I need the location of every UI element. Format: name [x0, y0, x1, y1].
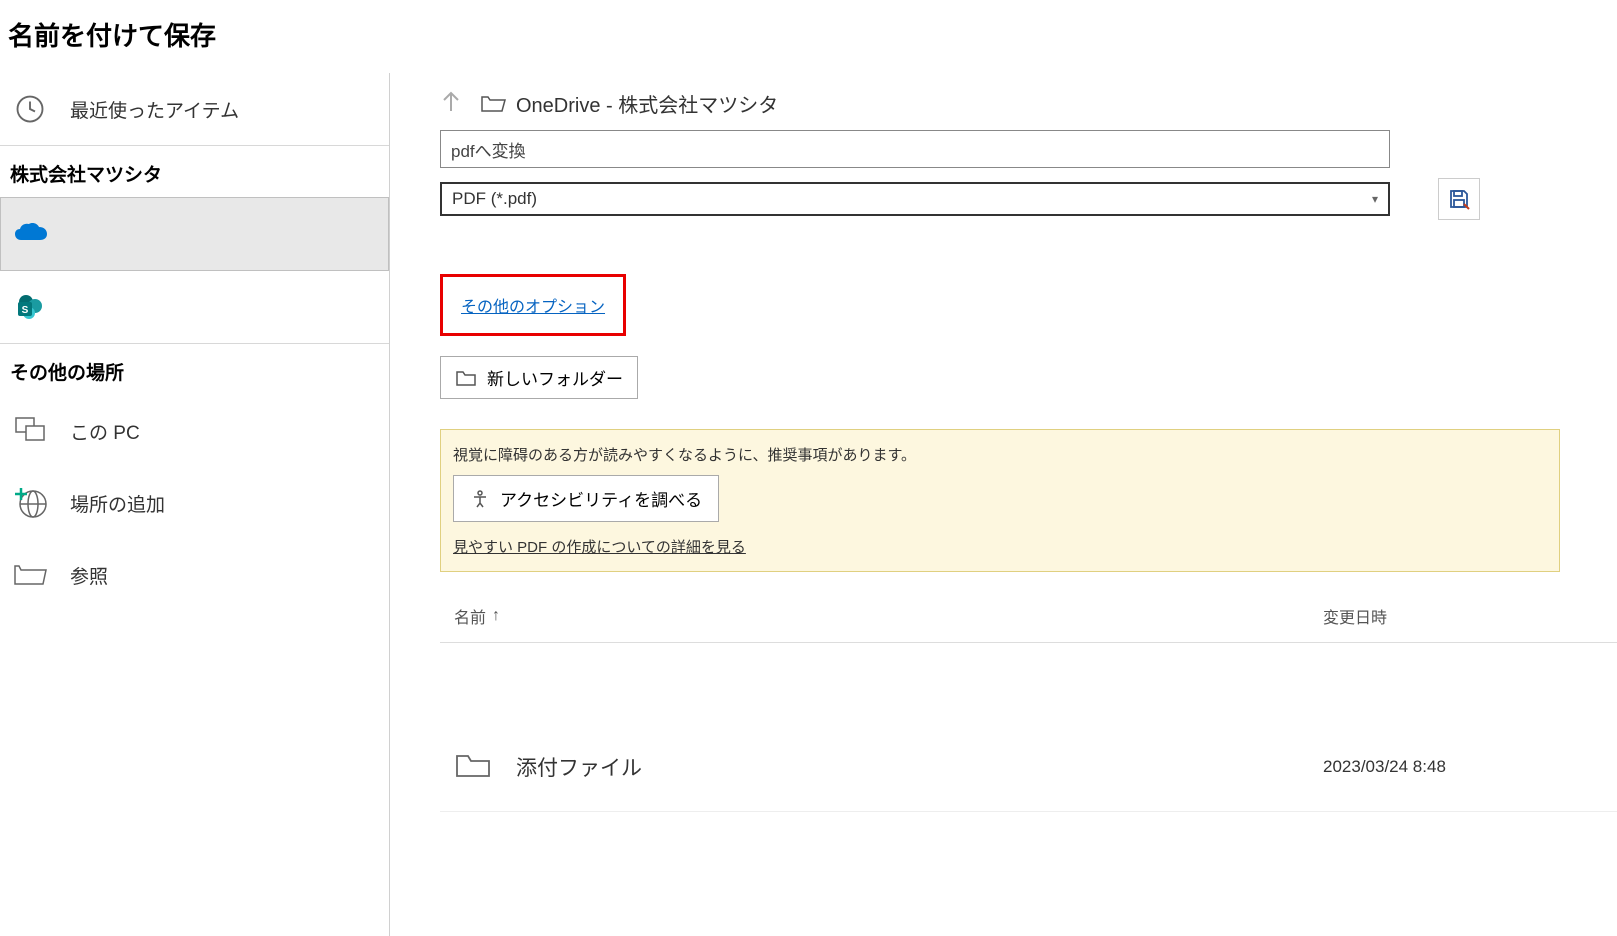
column-name-label: 名前 — [454, 604, 486, 628]
clock-icon — [12, 91, 48, 127]
save-disk-icon — [1447, 187, 1471, 211]
save-panel: OneDrive - 株式会社マツシタ PDF (*.pdf) ▾ — [390, 73, 1617, 936]
accessibility-icon — [470, 489, 490, 509]
filetype-select[interactable]: PDF (*.pdf) ▾ — [440, 182, 1390, 216]
column-name[interactable]: 名前 ↑ — [454, 604, 1323, 628]
file-name: 添付ファイル — [516, 752, 1323, 782]
onedrive-icon — [13, 216, 49, 252]
breadcrumb[interactable]: OneDrive - 株式会社マツシタ — [480, 89, 778, 118]
sidebar-addplace-label: 場所の追加 — [70, 490, 165, 517]
sidebar: 最近使ったアイテム 株式会社マツシタ S — [0, 73, 390, 936]
accessibility-learn-link[interactable]: 見やすい PDF の作成についての詳細を見る — [453, 536, 1547, 557]
sidebar-item-recent[interactable]: 最近使ったアイテム — [0, 73, 389, 145]
chevron-down-icon: ▾ — [1372, 192, 1378, 206]
sidebar-item-onedrive[interactable] — [0, 197, 389, 271]
file-list-header: 名前 ↑ 変更日時 — [440, 604, 1617, 643]
file-date: 2023/03/24 8:48 — [1323, 757, 1603, 777]
accessibility-button-label: アクセシビリティを調べる — [500, 486, 702, 511]
sort-up-icon: ↑ — [492, 607, 500, 625]
folder-icon — [454, 751, 492, 783]
pc-icon — [12, 413, 48, 449]
file-row[interactable]: 添付ファイル 2023/03/24 8:48 — [440, 723, 1617, 812]
sharepoint-icon: S — [12, 289, 48, 325]
new-folder-button[interactable]: 新しいフォルダー — [440, 356, 638, 399]
sidebar-item-sharepoint[interactable]: S — [0, 271, 389, 343]
svg-text:S: S — [22, 305, 29, 316]
sidebar-item-this-pc[interactable]: この PC — [0, 395, 389, 467]
add-place-icon — [12, 485, 48, 521]
sidebar-org-header: 株式会社マツシタ — [0, 146, 389, 197]
save-button[interactable] — [1438, 178, 1480, 220]
column-date[interactable]: 変更日時 — [1323, 604, 1603, 628]
new-folder-icon — [455, 369, 477, 387]
sidebar-item-add-place[interactable]: 場所の追加 — [0, 467, 389, 539]
up-arrow-icon[interactable] — [440, 89, 462, 118]
sidebar-browse-label: 参照 — [70, 562, 108, 589]
browse-folder-icon — [12, 557, 48, 593]
page-title: 名前を付けて保存 — [0, 0, 1617, 73]
sidebar-other-header: その他の場所 — [0, 344, 389, 395]
breadcrumb-text: OneDrive - 株式会社マツシタ — [516, 89, 778, 118]
sidebar-thispc-label: この PC — [70, 418, 140, 445]
folder-icon — [480, 93, 506, 115]
more-options-highlight: その他のオプション — [440, 274, 626, 336]
accessibility-message: 視覚に障碍のある方が読みやすくなるように、推奨事項があります。 — [453, 444, 1547, 465]
sidebar-item-browse[interactable]: 参照 — [0, 539, 389, 611]
filename-input[interactable] — [440, 130, 1390, 168]
more-options-link[interactable]: その他のオプション — [461, 299, 605, 316]
new-folder-label: 新しいフォルダー — [487, 365, 623, 390]
accessibility-check-button[interactable]: アクセシビリティを調べる — [453, 475, 719, 522]
accessibility-banner: 視覚に障碍のある方が読みやすくなるように、推奨事項があります。 アクセシビリティ… — [440, 429, 1560, 572]
sidebar-recent-label: 最近使ったアイテム — [70, 96, 239, 123]
filetype-value: PDF (*.pdf) — [452, 189, 537, 209]
